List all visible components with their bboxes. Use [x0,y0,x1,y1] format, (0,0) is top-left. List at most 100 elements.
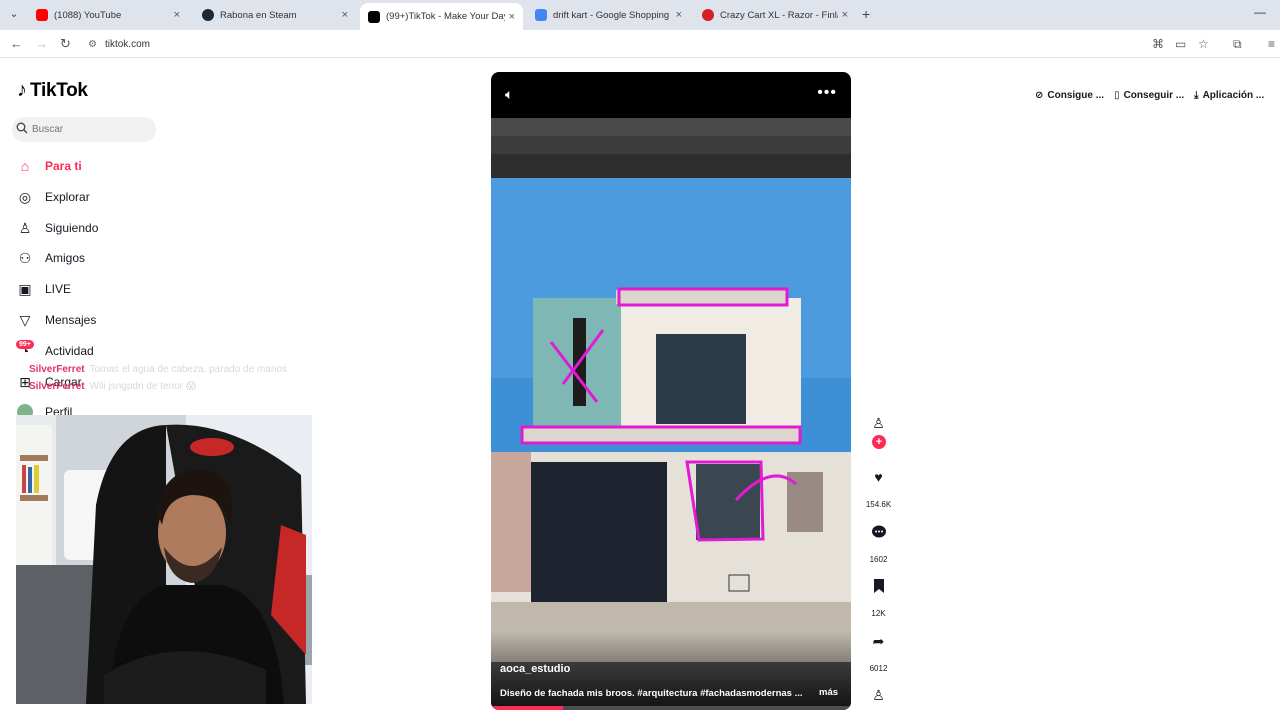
pill-label: Conseguir ... [1123,89,1185,101]
search-box[interactable] [12,117,156,142]
tab-tiktok[interactable]: (99+)TikTok - Make Your Day × [360,3,523,30]
sidebar-item-label: Explorar [45,190,90,204]
get-coins-button[interactable]: ⊘ Consigue ... [1035,90,1104,101]
close-icon[interactable]: × [342,9,348,21]
sidebar-item-label: LIVE [45,282,72,296]
follow-button[interactable]: + [872,435,886,449]
send-icon: ▽ [19,311,31,328]
chat-username: SilverFerret [29,381,85,392]
steam-icon [202,9,214,21]
sidebar-item-label: Mensajes [45,313,97,327]
creator-avatar[interactable]: ♙ [868,415,889,432]
translate-icon[interactable]: ⌘ [1152,37,1164,51]
chat-message: SilverFerret Wili jsngpdn de tenor 😱 [29,381,196,392]
google-shopping-icon [535,9,547,21]
sidebar-item-mensajes[interactable]: ▽ Mensajes [17,309,97,331]
tab-title: (99+)TikTok - Make Your Day [386,11,505,22]
tiktok-note-icon: ♪ [17,79,27,101]
compass-icon: ◎ [18,188,32,205]
tiktok-logo[interactable]: ♪ TikTok [17,79,88,102]
chat-username: SilverFerret [29,364,85,375]
following-icon: ♙ [18,219,32,236]
sidebar-item-label: Actividad [45,344,94,358]
close-icon[interactable]: × [676,9,682,21]
sidebar-item-live[interactable]: ▣ LIVE [17,278,71,300]
browser-tab-strip: ⌄ (1088) YouTube × Rabona en Steam × (99… [0,0,1280,30]
phone-icon: ▯ [1114,89,1120,101]
sidebar-item-siguiendo[interactable]: ♙ Siguiendo [17,217,99,239]
bookmark-icon[interactable] [868,579,889,596]
extensions-icon[interactable]: ⧉ [1233,37,1242,52]
coin-icon: ⊘ [1035,89,1044,101]
chat-text: Wili jsngpdn de tenor 😱 [89,381,197,392]
youtube-icon [36,9,48,21]
get-app-button[interactable]: ▯ Conseguir ... [1114,90,1184,101]
menu-icon[interactable]: ≡ [1268,37,1275,51]
webcam-overlay [16,415,312,704]
sidebar-item-label: Para ti [45,159,82,173]
close-icon[interactable]: × [509,11,515,23]
video-progress-bar[interactable] [491,706,851,710]
video-player[interactable]: 🔈︎ ••• aoca_estudio Diseño de fachada mi… [491,72,851,710]
chat-message: SilverFerret Tomas el agua de cabeza, par… [29,364,287,375]
comment-icon[interactable] [868,524,889,543]
browser-toolbar: ← → ↻ ⚙ tiktok.com ⌘ ▭ ☆ ⧉ ≡ [0,30,1280,58]
shares-count: 6012 [869,664,888,673]
sidebar-item-label: Siguiendo [45,221,99,235]
chat-text: Tomas el agua de cabeza, parado de manos [89,364,287,375]
forward-icon[interactable]: → [35,36,48,51]
razor-icon [702,9,714,21]
music-disc-icon[interactable]: ♙ [868,687,889,704]
likes-count: 154.6K [865,500,892,509]
tab-youtube[interactable]: (1088) YouTube × [28,3,188,27]
tab-title: Crazy Cart XL - Razor - Finland [720,9,838,21]
sidebar-item-explorar[interactable]: ◎ Explorar [17,186,90,208]
sidebar-item-para-ti[interactable]: ⌂ Para ti [17,155,82,177]
tab-title: drift kart - Google Shopping [553,9,670,21]
tab-steam[interactable]: Rabona en Steam × [194,3,356,27]
tab-razor[interactable]: Crazy Cart XL - Razor - Finland × [694,3,856,27]
volume-icon[interactable]: 🔈︎ [505,86,513,103]
tab-google-shopping[interactable]: drift kart - Google Shopping × [527,3,690,27]
back-icon[interactable]: ← [10,36,23,51]
address-bar[interactable]: ⚙ tiktok.com [88,35,150,53]
tab-title: Rabona en Steam [220,9,297,21]
download-icon: ⤓ [1194,89,1199,101]
video-author[interactable]: aoca_estudio [500,663,570,675]
video-caption: Diseño de fachada mis broos. #arquitectu… [500,688,803,699]
comments-count: 1602 [869,555,888,564]
site-info-icon[interactable]: ⚙ [88,39,97,50]
reload-icon[interactable]: ↻ [60,36,71,52]
tiktok-icon [368,10,380,23]
close-icon[interactable]: × [174,9,180,21]
top-action-bar: ⊘ Consigue ... ▯ Conseguir ... ⤓ Aplicac… [1025,82,1280,108]
minimize-icon[interactable]: — [1254,5,1266,19]
pill-label: Consigue ... [1047,89,1105,101]
sidebar-item-label: Amigos [45,251,86,265]
tab-search-icon[interactable]: ⌄ [6,7,22,23]
heart-icon[interactable]: ♥ [868,469,889,485]
url-text: tiktok.com [104,38,150,50]
video-top-bar: 🔈︎ ••• [491,72,851,118]
new-tab-button[interactable]: + [862,6,870,22]
pill-label: Aplicación ... [1202,89,1265,101]
activity-badge: 99+ [16,340,34,349]
home-icon: ⌂ [20,158,30,174]
close-icon[interactable]: × [842,9,848,21]
more-options-icon[interactable]: ••• [817,84,837,102]
sidebar-item-amigos[interactable]: ⚇ Amigos [17,247,85,269]
friends-icon: ⚇ [18,249,32,266]
caption-more-link[interactable]: más [819,687,838,698]
logo-text: TikTok [30,79,88,101]
video-progress-fill [491,706,563,710]
bookmark-star-icon[interactable]: ☆ [1198,37,1209,51]
cast-icon[interactable]: ▭ [1175,37,1186,51]
tab-title: (1088) YouTube [54,9,122,21]
search-input[interactable] [32,124,142,135]
video-frame [491,118,851,710]
saves-count: 12K [871,609,886,618]
download-app-button[interactable]: ⤓ Aplicación ... [1194,90,1264,101]
live-icon: ▣ [18,280,32,297]
share-icon[interactable]: ➦ [868,633,889,650]
search-icon [16,122,28,137]
